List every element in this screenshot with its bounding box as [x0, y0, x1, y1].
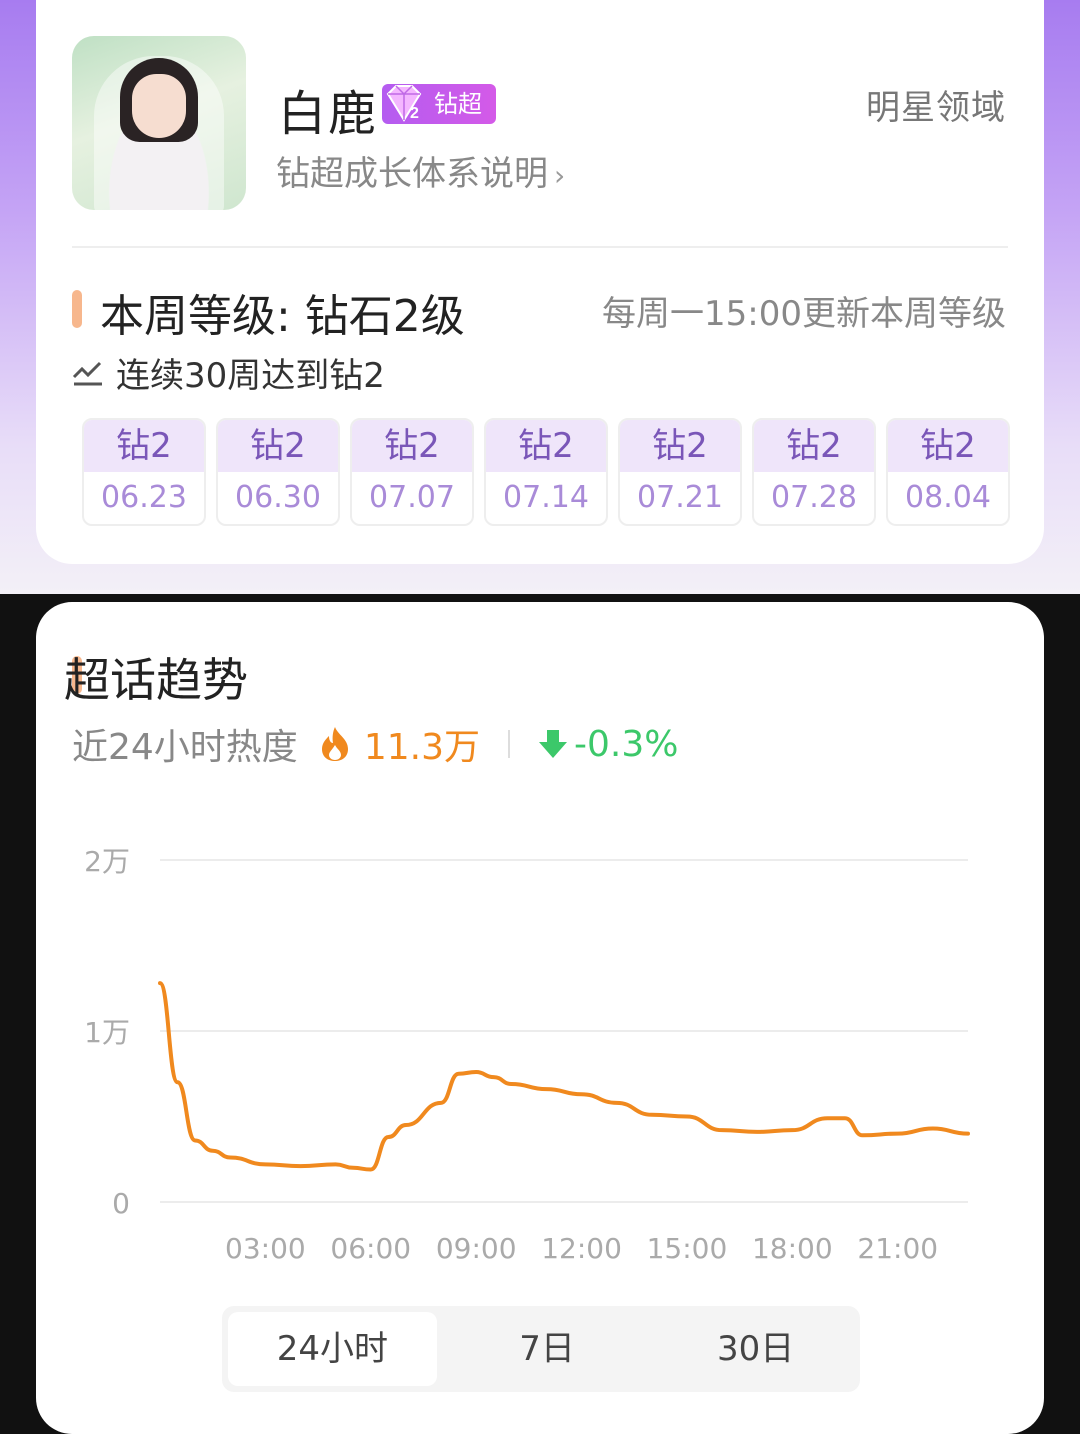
tab-30d[interactable]: 30日	[651, 1306, 860, 1392]
y-tick-label: 1万	[84, 1016, 130, 1049]
x-tick-label: 09:00	[436, 1232, 517, 1265]
x-tick-label: 21:00	[857, 1232, 938, 1265]
x-tick-label: 15:00	[647, 1232, 728, 1265]
series-line	[158, 981, 970, 1172]
x-tick-label: 18:00	[752, 1232, 833, 1265]
x-tick-label: 06:00	[330, 1232, 411, 1265]
y-tick-label: 2万	[84, 845, 130, 878]
tab-7d[interactable]: 7日	[443, 1306, 652, 1392]
range-tabs: 24小时 7日 30日	[222, 1306, 860, 1392]
tab-24h[interactable]: 24小时	[228, 1312, 437, 1386]
x-tick-label: 12:00	[541, 1232, 622, 1265]
x-tick-label: 03:00	[225, 1232, 306, 1265]
y-tick-label: 0	[112, 1187, 130, 1220]
heat-trend-chart[interactable]: 0 1万 2万 03:00 06:00 09:00 12:00 15:00 18:00 21:00	[0, 0, 1080, 1300]
